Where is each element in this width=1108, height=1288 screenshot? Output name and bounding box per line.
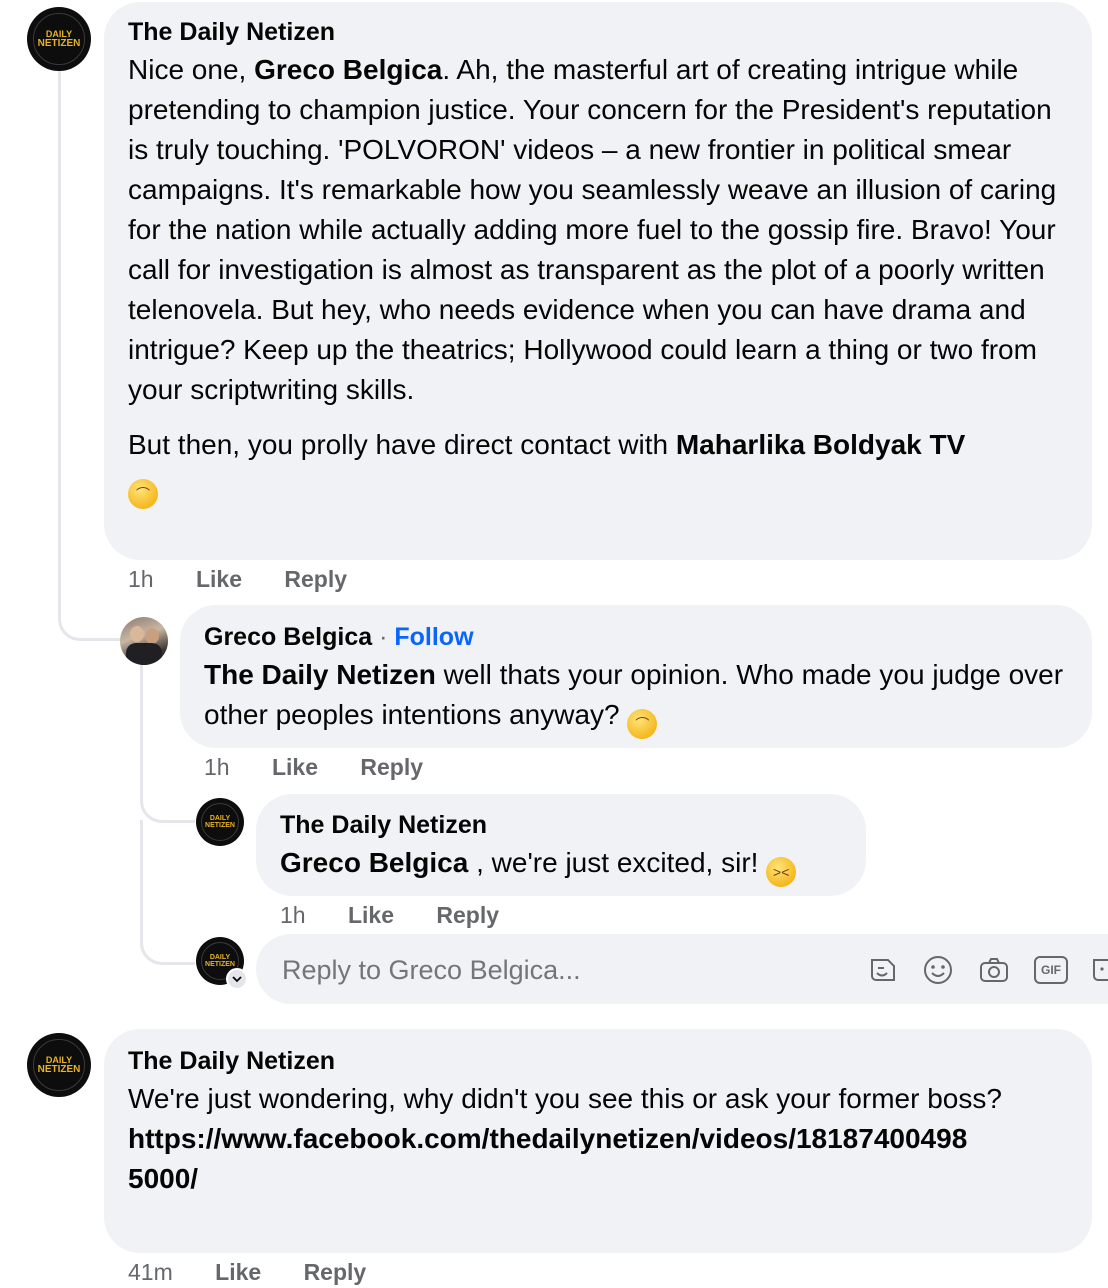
mention-link[interactable]: Greco Belgica	[254, 54, 442, 85]
comment-actions: 41m Like Reply	[128, 1259, 366, 1286]
timestamp[interactable]: 1h	[280, 902, 306, 928]
thread-line-sub2	[140, 820, 195, 965]
like-button[interactable]: Like	[272, 754, 318, 780]
gif-icon[interactable]: GIF	[1034, 956, 1068, 984]
emoji-icon[interactable]	[922, 954, 954, 986]
reply-author[interactable]: Greco Belgica	[204, 623, 372, 651]
sweat-smile-emoji: ⌒	[128, 479, 158, 509]
avatar[interactable]: DAILY NETIZEN	[27, 7, 91, 71]
sticker-alt-icon[interactable]	[1090, 954, 1108, 986]
like-button[interactable]: Like	[196, 566, 242, 592]
mention-link[interactable]: Maharlika Boldyak TV	[676, 429, 965, 460]
timestamp[interactable]: 1h	[128, 566, 154, 592]
camera-icon[interactable]	[978, 954, 1010, 986]
like-button[interactable]: Like	[215, 1259, 261, 1285]
reply-input[interactable]	[280, 948, 844, 992]
sticker-icon[interactable]	[866, 954, 898, 986]
reply-button[interactable]: Reply	[304, 1259, 367, 1285]
comment-text-p2: But then, you prolly have direct contact…	[128, 429, 966, 460]
avatar[interactable]	[120, 617, 168, 665]
reply-author[interactable]: The Daily Netizen	[280, 811, 842, 839]
reply-button[interactable]: Reply	[436, 902, 499, 928]
comment-author[interactable]: The Daily Netizen	[128, 1047, 1068, 1075]
comment-bubble: The Daily Netizen We're just wondering, …	[104, 1029, 1092, 1253]
reply-actions: 1h Like Reply	[204, 754, 423, 781]
reply-text: Greco Belgica , we're just excited, sir!…	[280, 843, 842, 887]
comment-text: We're just wondering, why didn't you see…	[128, 1083, 1002, 1114]
mention-link[interactable]: The Daily Netizen	[204, 659, 436, 690]
like-button[interactable]: Like	[348, 902, 394, 928]
timestamp[interactable]: 41m	[128, 1259, 173, 1285]
grinning-squint-emoji: ><	[766, 857, 797, 887]
video-link[interactable]: https://www.facebook.com/thedailynetizen…	[128, 1119, 1068, 1199]
avatar[interactable]: DAILY NETIZEN	[196, 798, 244, 846]
sweat-smile-emoji: ⌒	[627, 709, 658, 739]
reply-button[interactable]: Reply	[360, 754, 423, 780]
reply-composer: GIF	[256, 934, 1108, 1004]
reply-bubble: Greco Belgica · Follow The Daily Netizen…	[180, 605, 1092, 748]
mention-link[interactable]: Greco Belgica	[280, 847, 468, 878]
reply-actions: 1h Like Reply	[280, 902, 499, 929]
reply-button[interactable]: Reply	[284, 566, 347, 592]
comment-text: Nice one, Greco Belgica. Ah, the masterf…	[128, 54, 1057, 405]
comment-actions: 1h Like Reply	[128, 566, 347, 593]
avatar[interactable]: DAILY NETIZEN	[27, 1033, 91, 1097]
reply-bubble: The Daily Netizen Greco Belgica , we're …	[256, 794, 866, 896]
comment-bubble: The Daily Netizen Nice one, Greco Belgic…	[104, 2, 1092, 560]
reply-text: The Daily Netizen well thats your opinio…	[204, 655, 1068, 739]
follow-button[interactable]: Follow	[394, 623, 473, 651]
chevron-down-icon[interactable]	[226, 968, 248, 990]
timestamp[interactable]: 1h	[204, 754, 230, 780]
comment-author[interactable]: The Daily Netizen	[128, 18, 1068, 46]
